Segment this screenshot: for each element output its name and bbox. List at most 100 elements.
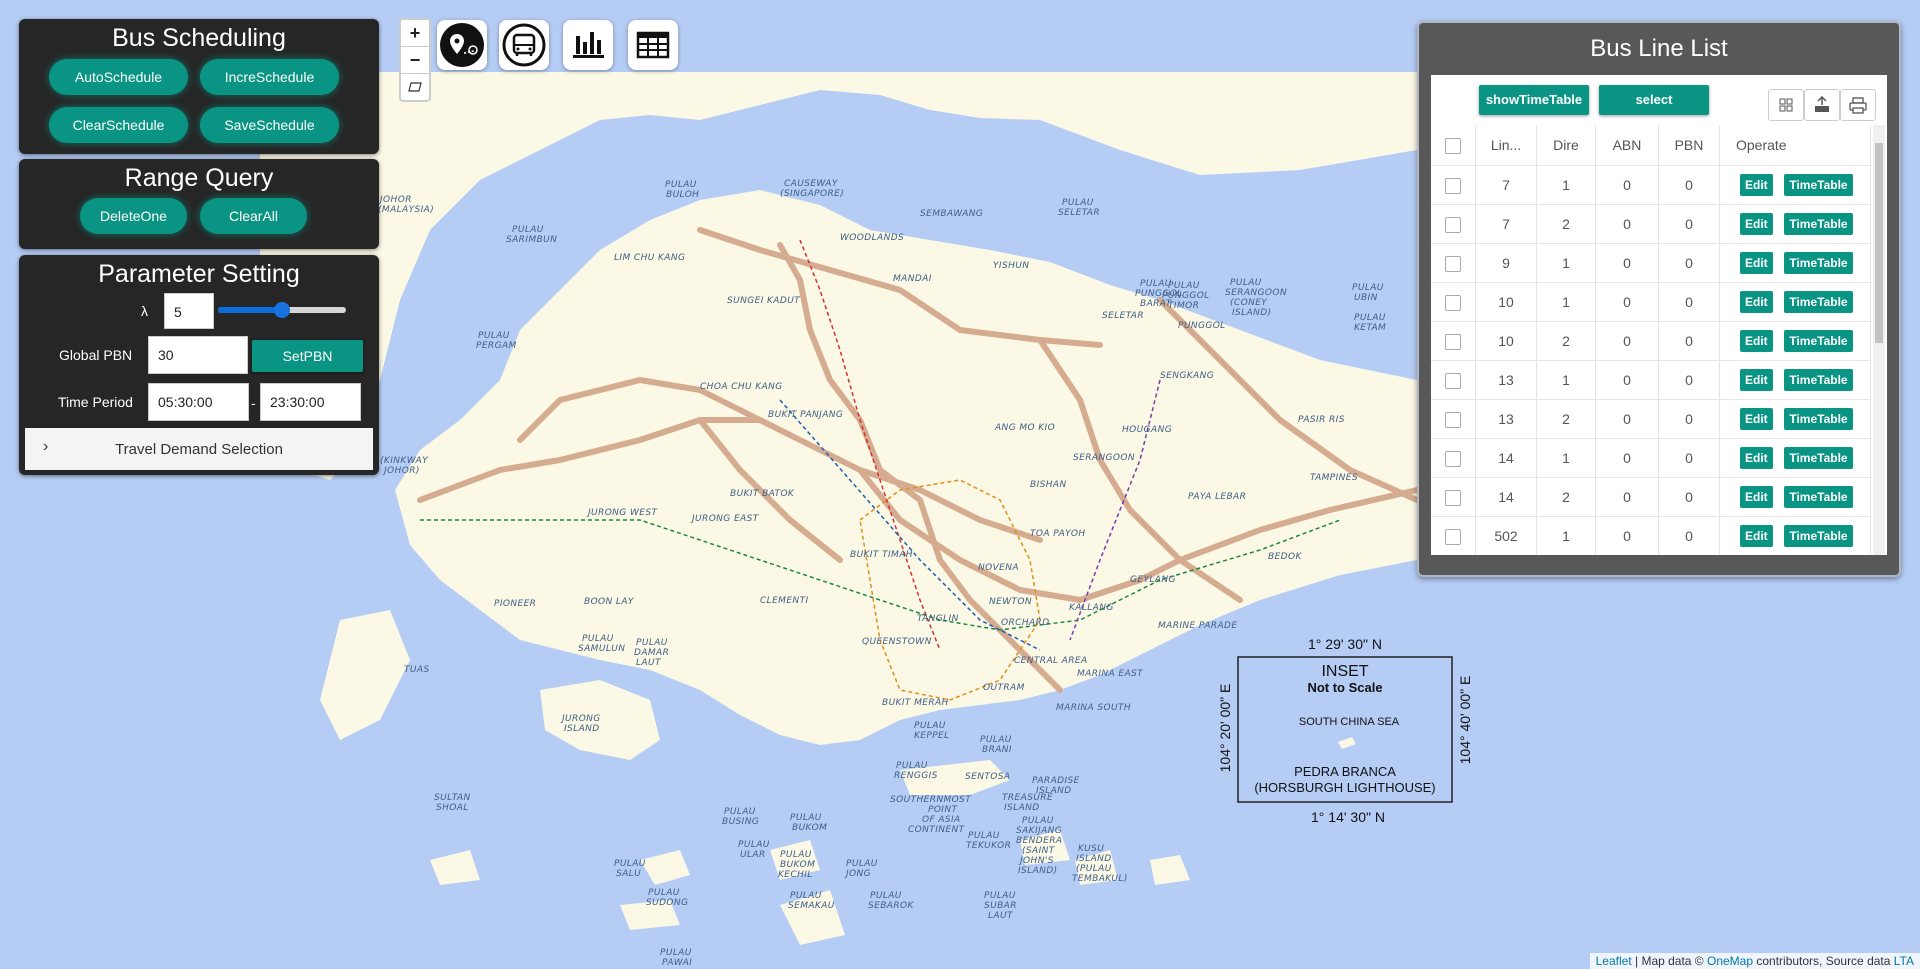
edit-button[interactable]: Edit [1740, 330, 1773, 352]
onemap-link[interactable]: OneMap [1707, 954, 1753, 968]
auto-schedule-button[interactable]: AutoSchedule [49, 59, 188, 95]
time-end-input[interactable]: 23:30:00 [260, 383, 361, 421]
leaflet-link[interactable]: Leaflet [1596, 954, 1632, 968]
timetable-button[interactable]: TimeTable [1784, 174, 1853, 196]
row-checkbox[interactable] [1445, 177, 1461, 194]
row-checkbox[interactable] [1445, 372, 1461, 389]
svg-text:ULAR: ULAR [740, 850, 766, 860]
clear-schedule-button[interactable]: ClearSchedule [49, 107, 188, 143]
table-row[interactable]: 10 2 0 0 Edit TimeTable [1431, 321, 1871, 361]
edit-button[interactable]: Edit [1740, 408, 1773, 430]
edit-button[interactable]: Edit [1740, 486, 1773, 508]
time-start-input[interactable]: 05:30:00 [148, 383, 249, 421]
column-header-operate: Operate [1719, 125, 1871, 166]
edit-button[interactable]: Edit [1740, 369, 1773, 391]
bus-scheduling-panel: Bus Scheduling AutoSchedule IncreSchedul… [19, 19, 379, 154]
timetable-button[interactable]: TimeTable [1784, 369, 1853, 391]
row-checkbox[interactable] [1445, 489, 1461, 506]
edit-button[interactable]: Edit [1740, 291, 1773, 313]
timetable-button[interactable]: TimeTable [1784, 486, 1853, 508]
cell-pbn: 0 [1658, 477, 1720, 517]
set-pbn-button[interactable]: SetPBN [252, 340, 363, 372]
column-header-direction[interactable]: Dire [1536, 125, 1596, 166]
timetable-button[interactable]: TimeTable [1784, 447, 1853, 469]
bus-line-list-content: showTimeTable select Lin... Dire ABN PBN… [1431, 75, 1887, 555]
table-row[interactable]: 9 1 0 0 Edit TimeTable [1431, 243, 1871, 283]
table-button[interactable] [628, 20, 678, 70]
row-checkbox-cell[interactable] [1431, 360, 1476, 400]
show-timetable-button[interactable]: showTimeTable [1479, 85, 1589, 115]
edit-button[interactable]: Edit [1740, 174, 1773, 196]
row-checkbox[interactable] [1445, 450, 1461, 467]
export-button[interactable] [1804, 89, 1840, 121]
lta-link[interactable]: LTA [1894, 954, 1914, 968]
bus-button[interactable] [499, 20, 549, 70]
timetable-button[interactable]: TimeTable [1784, 525, 1853, 547]
select-all-checkbox[interactable] [1445, 137, 1461, 154]
location-pin-button[interactable] [437, 20, 487, 70]
svg-text:(CONEY: (CONEY [1230, 298, 1268, 308]
draw-rectangle-button[interactable] [401, 74, 429, 100]
lambda-input[interactable]: 5 [164, 293, 214, 329]
column-header-abn[interactable]: ABN [1595, 125, 1659, 166]
zoom-in-button[interactable]: + [401, 20, 429, 47]
row-checkbox-cell[interactable] [1431, 399, 1476, 439]
row-checkbox[interactable] [1445, 528, 1461, 545]
table-row[interactable]: 10 1 0 0 Edit TimeTable [1431, 282, 1871, 322]
select-button[interactable]: select [1599, 85, 1709, 115]
row-checkbox-cell[interactable] [1431, 516, 1476, 555]
zoom-out-button[interactable]: − [401, 47, 429, 74]
row-checkbox[interactable] [1445, 255, 1461, 272]
print-button[interactable] [1840, 89, 1876, 121]
cell-pbn: 0 [1658, 282, 1720, 322]
travel-demand-selection[interactable]: › Travel Demand Selection [25, 428, 373, 470]
global-pbn-input[interactable]: 30 [148, 336, 248, 374]
clear-all-button[interactable]: ClearAll [200, 198, 307, 234]
save-schedule-button[interactable]: SaveSchedule [200, 107, 339, 143]
column-header-pbn[interactable]: PBN [1658, 125, 1720, 166]
columns-button[interactable] [1768, 89, 1804, 121]
range-query-panel: Range Query DeleteOne ClearAll [19, 159, 379, 249]
row-checkbox-cell[interactable] [1431, 477, 1476, 517]
cell-operate: Edit TimeTable [1719, 282, 1871, 322]
row-checkbox-cell[interactable] [1431, 282, 1476, 322]
lambda-slider-thumb[interactable] [274, 302, 290, 318]
timetable-button[interactable]: TimeTable [1784, 252, 1853, 274]
table-row[interactable]: 13 2 0 0 Edit TimeTable [1431, 399, 1871, 439]
timetable-button[interactable]: TimeTable [1784, 408, 1853, 430]
table-row[interactable]: 13 1 0 0 Edit TimeTable [1431, 360, 1871, 400]
edit-button[interactable]: Edit [1740, 213, 1773, 235]
row-checkbox-cell[interactable] [1431, 321, 1476, 361]
select-all-checkbox-cell[interactable] [1431, 125, 1476, 166]
edit-button[interactable]: Edit [1740, 525, 1773, 547]
column-header-line[interactable]: Lin... [1475, 125, 1537, 166]
row-checkbox-cell[interactable] [1431, 438, 1476, 478]
row-checkbox-cell[interactable] [1431, 204, 1476, 244]
row-checkbox-cell[interactable] [1431, 165, 1476, 205]
edit-button[interactable]: Edit [1740, 252, 1773, 274]
table-scrollbar-thumb[interactable] [1875, 143, 1883, 343]
timetable-button[interactable]: TimeTable [1784, 213, 1853, 235]
timetable-button[interactable]: TimeTable [1784, 330, 1853, 352]
delete-one-button[interactable]: DeleteOne [80, 198, 187, 234]
timetable-button[interactable]: TimeTable [1784, 291, 1853, 313]
row-checkbox-cell[interactable] [1431, 243, 1476, 283]
table-row[interactable]: 14 2 0 0 Edit TimeTable [1431, 477, 1871, 517]
edit-button[interactable]: Edit [1740, 447, 1773, 469]
svg-text:GEYLANG: GEYLANG [1130, 575, 1176, 585]
incre-schedule-button[interactable]: IncreSchedule [200, 59, 339, 95]
svg-text:KECHIL: KECHIL [778, 870, 813, 880]
inset-place-1: PEDRA BRANCA [1294, 764, 1396, 779]
svg-text:PULAU: PULAU [636, 638, 668, 648]
table-row[interactable]: 7 2 0 0 Edit TimeTable [1431, 204, 1871, 244]
table-row[interactable]: 14 1 0 0 Edit TimeTable [1431, 438, 1871, 478]
table-row[interactable]: 7 1 0 0 Edit TimeTable [1431, 165, 1871, 205]
row-checkbox[interactable] [1445, 216, 1461, 233]
table-scrollbar[interactable] [1873, 125, 1885, 555]
row-checkbox[interactable] [1445, 333, 1461, 350]
row-checkbox[interactable] [1445, 411, 1461, 428]
svg-text:CHOA CHU KANG: CHOA CHU KANG [700, 382, 783, 392]
row-checkbox[interactable] [1445, 294, 1461, 311]
bar-chart-button[interactable] [563, 20, 613, 70]
table-row[interactable]: 502 1 0 0 Edit TimeTable [1431, 516, 1871, 555]
